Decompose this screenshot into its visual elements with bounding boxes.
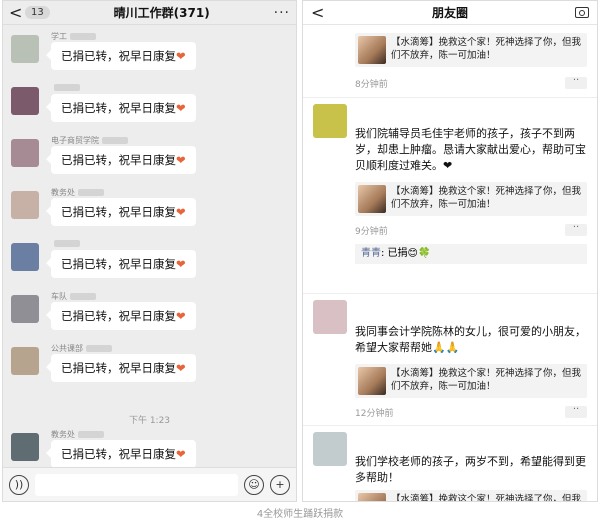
heart-icon: ❤ <box>176 153 186 167</box>
voice-icon[interactable]: )) <box>9 474 29 495</box>
more-button[interactable]: ··· <box>274 5 290 21</box>
message-row: 已捐已转，祝早日康复❤ <box>11 83 288 129</box>
unread-badge: 13 <box>25 6 50 19</box>
group-chat-panel: < 13 晴川工作群(371) ··· 学工 已捐已转，祝早日康复❤ 已捐已转，… <box>2 0 297 502</box>
moment-post: 我们学校老师的孩子，两岁不到，希望能得到更多帮助！ 【水滴筹】挽救这个家！死神选… <box>303 425 597 501</box>
sender-name: 电子商贸学院 <box>51 135 128 146</box>
message-row: 已捐已转，祝早日康复❤ <box>11 239 288 285</box>
avatar[interactable] <box>313 104 347 138</box>
back-button[interactable]: < <box>9 4 23 21</box>
moment-post: 【水滴筹】挽救这个家！死神选择了你，但我们不放弃，陈一可加油！ 8分钟前 ·· <box>303 25 597 97</box>
emoji-icon[interactable]: ☺ <box>244 474 264 495</box>
heart-icon: ❤ <box>176 205 186 219</box>
chat-title: 晴川工作群(371) <box>113 6 210 20</box>
share-thumbnail <box>358 185 386 213</box>
camera-icon[interactable] <box>575 7 589 18</box>
chat-header: < 13 晴川工作群(371) ··· <box>3 1 296 25</box>
screenshot-stage: < 13 晴川工作群(371) ··· 学工 已捐已转，祝早日康复❤ 已捐已转，… <box>0 0 600 522</box>
share-card[interactable]: 【水滴筹】挽救这个家！死神选择了你，但我们不放弃，陈一可加油！ <box>355 364 587 398</box>
moment-post: 我同事会计学院陈林的女儿，很可爱的小朋友，希望大家帮帮她🙏🙏 【水滴筹】挽救这个… <box>303 293 597 425</box>
post-text: 我同事会计学院陈林的女儿，很可爱的小朋友，希望大家帮帮她🙏🙏 <box>355 325 586 354</box>
sender-name: 学工 <box>51 31 96 42</box>
moments-title: 朋友圈 <box>431 6 468 20</box>
share-thumbnail <box>358 36 386 64</box>
image-caption: 4全校师生踊跃捐款 <box>256 509 344 520</box>
message-row: 学工 已捐已转，祝早日康复❤ <box>11 31 288 77</box>
message-input[interactable] <box>35 473 238 496</box>
avatar[interactable] <box>11 87 39 115</box>
avatar[interactable] <box>11 35 39 63</box>
share-thumbnail <box>358 367 386 395</box>
message-row: 教务处 已捐已转，祝早日康复❤ <box>11 187 288 233</box>
share-text: 【水滴筹】挽救这个家！死神选择了你，但我们不放弃，陈一可加油！ <box>391 368 582 392</box>
message-row: 电子商贸学院 已捐已转，祝早日康复❤ <box>11 135 288 181</box>
share-text: 【水滴筹】挽救这个家！死神选择了你，但我们不放弃，陈一可加油！ <box>391 186 582 210</box>
more-actions-button[interactable]: ·· <box>565 223 587 236</box>
heart-icon: ❤ <box>176 361 186 375</box>
heart-icon: ❤ <box>176 49 186 63</box>
message-row: 公共课部 已捐已转，祝早日康复❤ <box>11 343 288 389</box>
heart-icon: ❤ <box>176 101 186 115</box>
share-text: 【水滴筹】挽救这个家！死神选择了你，但我们不放弃，陈一可加油！ <box>391 494 582 502</box>
share-thumbnail <box>358 493 386 501</box>
avatar[interactable] <box>11 139 39 167</box>
heart-icon: ❤ <box>176 309 186 323</box>
message-bubble[interactable]: 已捐已转，祝早日康复❤ <box>46 198 196 226</box>
post-text: 我们学校老师的孩子，两岁不到，希望能得到更多帮助！ <box>355 455 586 484</box>
more-actions-button[interactable]: ·· <box>565 405 587 418</box>
share-card[interactable]: 【水滴筹】挽救这个家！死神选择了你，但我们不放弃，陈一可加油！ <box>355 33 587 67</box>
plus-icon[interactable]: + <box>270 474 290 495</box>
post-time: 8分钟前 <box>355 80 388 90</box>
avatar[interactable] <box>313 300 347 334</box>
avatar[interactable] <box>11 433 39 461</box>
message-row: 车队 已捐已转，祝早日康复❤ <box>11 291 288 337</box>
sender-name <box>51 239 80 248</box>
moments-header: < 朋友圈 <box>303 1 597 25</box>
message-bubble[interactable]: 已捐已转，祝早日康复❤ <box>46 250 196 278</box>
avatar[interactable] <box>11 295 39 323</box>
share-text: 【水滴筹】挽救这个家！死神选择了你，但我们不放弃，陈一可加油！ <box>391 37 582 61</box>
sender-name <box>51 83 80 92</box>
heart-icon: ❤ <box>176 257 186 271</box>
post-time: 12分钟前 <box>355 409 394 419</box>
message-bubble[interactable]: 已捐已转，祝早日康复❤ <box>46 42 196 70</box>
avatar[interactable] <box>313 432 347 466</box>
message-bubble[interactable]: 已捐已转，祝早日康复❤ <box>46 146 196 174</box>
moments-panel: < 朋友圈 【水滴筹】挽救这个家！死神选择了你，但我们不放弃，陈一可加油！ 8分… <box>302 0 598 502</box>
sender-name: 公共课部 <box>51 343 112 354</box>
back-button[interactable]: < <box>311 4 325 21</box>
message-bubble[interactable]: 已捐已转，祝早日康复❤ <box>46 440 196 468</box>
comment: 青青: 已捐😊🍀 <box>355 244 587 264</box>
heart-icon: ❤ <box>176 447 186 461</box>
sender-name: 车队 <box>51 291 96 302</box>
sender-name: 教务处 <box>51 429 104 440</box>
more-actions-button[interactable]: ·· <box>565 76 587 89</box>
post-text: 我们院辅导员毛佳宇老师的孩子，孩子不到两岁，却患上肿瘤。恳请大家献出爱心，帮助可… <box>355 127 586 172</box>
input-bar: )) ☺ + <box>3 467 296 501</box>
avatar[interactable] <box>11 243 39 271</box>
post-time: 9分钟前 <box>355 227 388 237</box>
share-card[interactable]: 【水滴筹】挽救这个家！死神选择了你，但我们不放弃，陈一可加油！ <box>355 182 587 216</box>
message-list: 学工 已捐已转，祝早日康复❤ 已捐已转，祝早日康复❤ 电子商贸学院 已捐已转，祝… <box>3 25 296 468</box>
moments-feed: 【水滴筹】挽救这个家！死神选择了你，但我们不放弃，陈一可加油！ 8分钟前 ·· … <box>303 25 597 501</box>
moment-post: 我们院辅导员毛佳宇老师的孩子，孩子不到两岁，却患上肿瘤。恳请大家献出爱心，帮助可… <box>303 97 597 293</box>
time-separator: 下午 1:23 <box>128 416 171 426</box>
avatar[interactable] <box>11 191 39 219</box>
message-bubble[interactable]: 已捐已转，祝早日康复❤ <box>46 94 196 122</box>
share-card[interactable]: 【水滴筹】挽救这个家！死神选择了你，但我们不放弃，陈一可加油！ <box>355 490 587 502</box>
sender-name: 教务处 <box>51 187 104 198</box>
comment-author[interactable]: 青青 <box>361 248 381 259</box>
message-bubble[interactable]: 已捐已转，祝早日康复❤ <box>46 302 196 330</box>
avatar[interactable] <box>11 347 39 375</box>
message-bubble[interactable]: 已捐已转，祝早日康复❤ <box>46 354 196 382</box>
